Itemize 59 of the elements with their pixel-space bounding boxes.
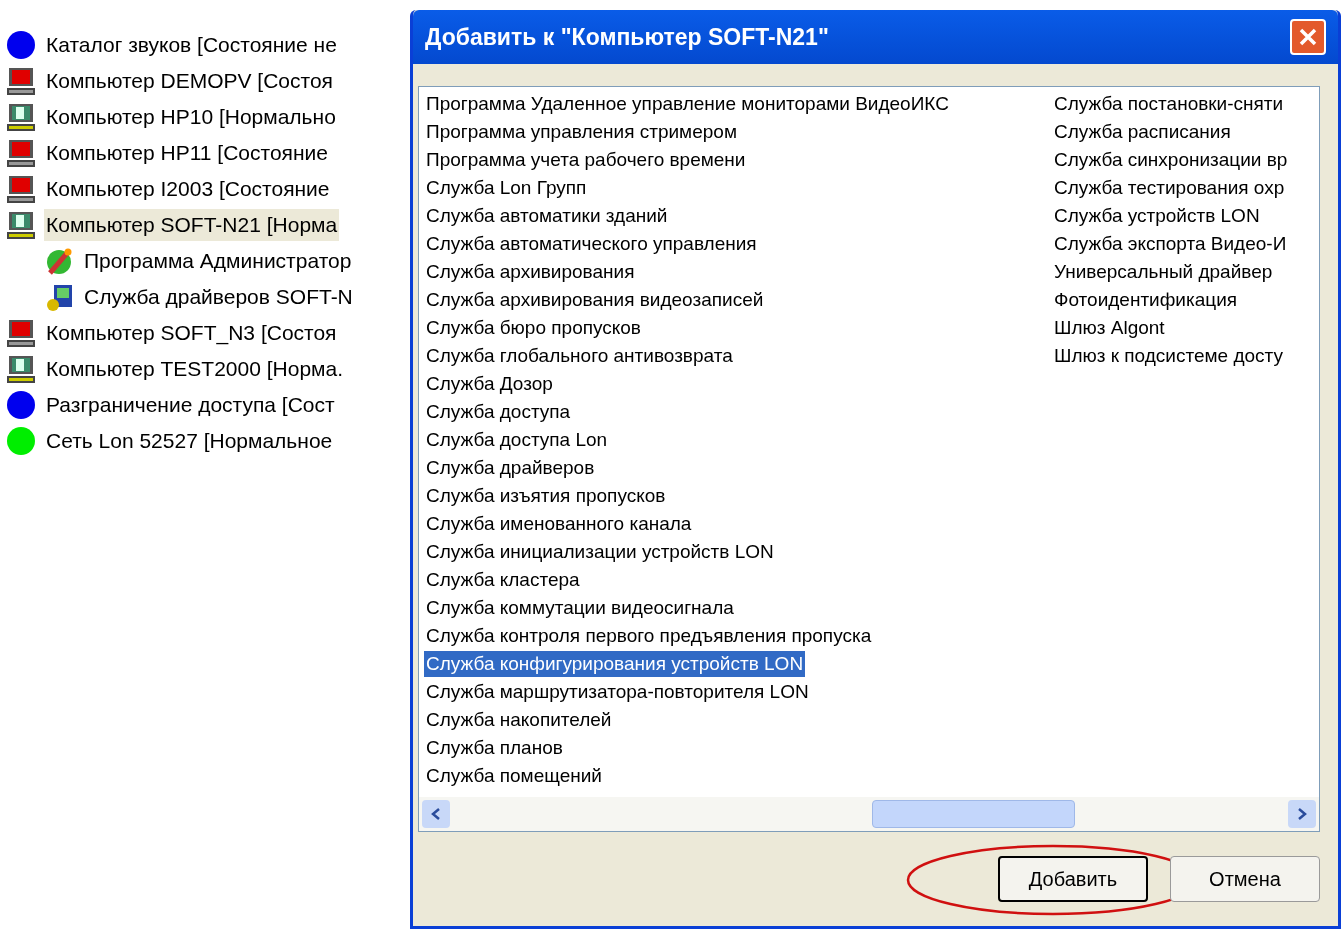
list-item[interactable]: Служба накопителей [424, 707, 614, 733]
list-item[interactable]: Служба конфигурирования устройств LON [424, 651, 806, 677]
scroll-right-button[interactable] [1288, 800, 1316, 828]
tree-item[interactable]: Сеть Lon 52527 [Нормальное [44, 425, 335, 457]
list-item[interactable]: Служба планов [424, 735, 565, 761]
chevron-right-icon [1297, 808, 1307, 820]
list-item[interactable]: Служба устройств LON [1052, 203, 1262, 229]
list-item[interactable]: Служба контроля первого предъявления пропуска [424, 623, 874, 649]
list-item[interactable]: Служба доступа Lon [424, 427, 610, 453]
tree-item[interactable]: Компьютер TEST2000 [Норма. [44, 353, 346, 385]
wand-icon [44, 246, 74, 276]
tree-item[interactable]: Разграничение доступа [Сост [44, 389, 337, 421]
list-item[interactable]: Служба именованного канала [424, 511, 694, 537]
list-item[interactable]: Служба доступа [424, 399, 573, 425]
list-item[interactable]: Служба постановки-сняти [1052, 91, 1286, 117]
scrollbar-thumb[interactable] [872, 800, 1075, 828]
list-item[interactable]: Служба архивирования видеозаписей [424, 287, 766, 313]
list-item[interactable]: Служба расписания [1052, 119, 1233, 145]
list-item[interactable]: Служба тестирования охр [1052, 175, 1287, 201]
tree-item[interactable]: Компьютер HP11 [Состояние [44, 137, 330, 169]
list-item[interactable]: Служба бюро пропусков [424, 315, 643, 341]
list-item[interactable]: Служба драйверов [424, 455, 597, 481]
list-item[interactable]: Универсальный драйвер [1052, 259, 1275, 285]
list-item[interactable]: Служба синхронизации вр [1052, 147, 1290, 173]
tree-item[interactable]: Компьютер SOFT-N21 [Норма [44, 209, 340, 241]
chevron-left-icon [431, 808, 441, 820]
list-item[interactable]: Служба Дозор [424, 371, 555, 397]
tree-item[interactable]: Каталог звуков [Состояние не [44, 29, 339, 61]
list-item[interactable]: Шлюз Algont [1052, 315, 1167, 341]
list-item[interactable]: Служба глобального антивозврата [424, 343, 735, 369]
list-item[interactable]: Служба архивирования [424, 259, 637, 285]
list-item[interactable]: Служба кластера [424, 567, 582, 593]
tree-item[interactable]: Компьютер I2003 [Состояние [44, 173, 332, 205]
tree-item[interactable]: Компьютер DEMOPV [Состоя [44, 65, 335, 97]
list-item[interactable]: Шлюз к подсистеме досту [1052, 343, 1285, 369]
scroll-left-button[interactable] [422, 800, 450, 828]
close-button[interactable] [1290, 19, 1326, 55]
list-item[interactable]: Служба помещений [424, 763, 604, 789]
list-item[interactable]: Служба автоматики зданий [424, 203, 670, 229]
list-item[interactable]: Служба экспорта Видео-И [1052, 231, 1289, 257]
list-item[interactable]: Служба изъятия пропусков [424, 483, 668, 509]
list-item[interactable]: Служба инициализации устройств LON [424, 539, 776, 565]
window-title: Добавить к "Компьютер SOFT-N21" [425, 22, 829, 52]
list-item[interactable]: Программа учета рабочего времени [424, 147, 748, 173]
driver-icon [44, 282, 74, 312]
close-icon [1299, 28, 1317, 46]
dialog-button[interactable]: Отмена [1170, 856, 1320, 902]
tree-item[interactable]: Программа Администратор [82, 245, 354, 277]
list-item[interactable]: Программа управления стримером [424, 119, 739, 145]
tree-item[interactable]: Компьютер HP10 [Нормально [44, 101, 338, 133]
list-item[interactable]: Служба коммутации видеосигнала [424, 595, 736, 621]
dialog-button[interactable]: Добавить [998, 856, 1148, 902]
list-item[interactable]: Служба автоматического управления [424, 231, 759, 257]
tree-item[interactable]: Компьютер SOFT_N3 [Состоя [44, 317, 339, 349]
list-item[interactable]: Служба маршрутизатора-повторителя LON [424, 679, 811, 705]
list-item[interactable]: Фотоидентификация [1052, 287, 1240, 313]
list-item[interactable]: Служба Lon Групп [424, 175, 589, 201]
list-item[interactable]: Программа Удаленное управление мониторами ВидеоИКС [424, 91, 951, 117]
tree-item[interactable]: Служба драйверов SOFT-N [82, 281, 355, 313]
